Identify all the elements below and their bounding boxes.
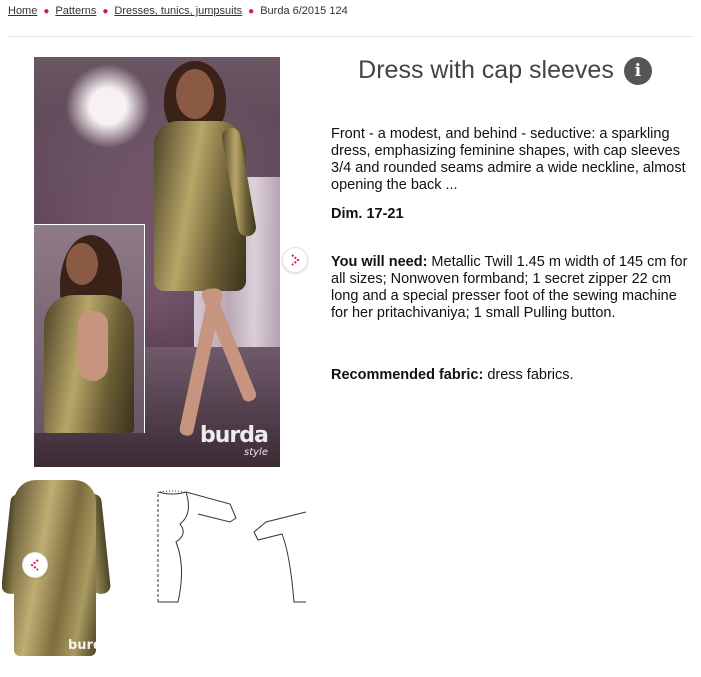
gallery-prev-button[interactable] [22,552,48,578]
back-view-inset [34,224,145,433]
header-divider [8,36,693,37]
thumbnail-technical-drawing[interactable] [118,474,306,614]
chevron-right-icon [291,254,300,266]
breadcrumb-separator: ● [43,5,50,17]
materials-label: You will need: [331,254,428,270]
tech-side-seam [158,491,189,603]
product-title-row: Dress with cap sleeves i [330,56,680,85]
product-description: Front - a modest, and behind - seductive… [331,126,686,193]
breadcrumb-separator: ● [102,5,109,17]
fabric-text: dress fabrics. [483,367,574,383]
recommended-fabric: Recommended fabric: dress fabrics. [331,367,693,384]
model-head [176,69,214,119]
chevron-left-icon [30,559,39,571]
info-icon[interactable]: i [623,56,652,85]
breadcrumb-home-link[interactable]: Home [8,5,37,17]
gallery-next-button[interactable] [282,247,308,273]
breadcrumb: Home ● Patterns ● Dresses, tunics, jumps… [8,5,348,17]
thumb-logo-text: burda [68,638,112,653]
thumbnail-dress-photo[interactable]: burda [2,474,112,662]
tech-shoulder-line [157,491,237,523]
burda-logo-subtext: style [244,447,268,458]
burda-logo-text: burda [200,423,269,448]
breadcrumb-category-link[interactable]: Dresses, tunics, jumpsuits [114,5,242,17]
fabric-label: Recommended fabric: [331,367,484,383]
breadcrumb-current: Burda 6/2015 124 [260,5,348,17]
tech-back-view [253,511,306,603]
inset-open-back [78,311,108,381]
main-product-photo[interactable]: burda style [34,57,280,467]
materials-needed: You will need: Metallic Twill 1.45 m wid… [331,254,693,322]
product-dimensions: Dim. 17-21 [331,206,404,222]
breadcrumb-patterns-link[interactable]: Patterns [55,5,96,17]
breadcrumb-separator: ● [248,5,255,17]
product-title: Dress with cap sleeves [358,56,614,84]
inset-head [66,243,98,285]
tech-neckline [159,490,185,493]
